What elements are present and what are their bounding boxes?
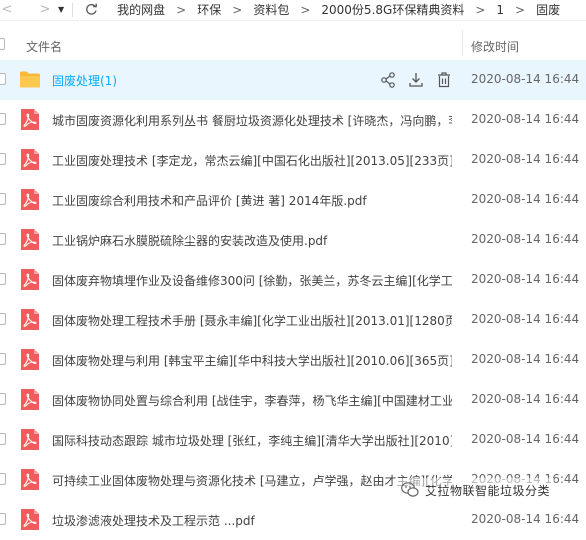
row-checkbox[interactable] [0, 113, 6, 125]
forward-arrow-icon[interactable]: > [38, 2, 52, 17]
breadcrumb-item-current[interactable]: 固废 [536, 1, 560, 18]
file-row-pdf[interactable]: 固体废物处理工程技术手册 [聂永丰编][化学工业出版社][2013.01][12… [0, 300, 586, 340]
file-modified-time: 2020-08-14 16:44 [471, 112, 580, 126]
file-modified-time: 2020-08-14 16:44 [471, 512, 580, 526]
column-divider[interactable] [462, 30, 463, 56]
file-name[interactable]: 可持续工业固体废物处理与资源化技术 [马建立，卢学强，赵由才主编][化学工业出版… [52, 472, 452, 489]
row-checkbox[interactable] [0, 73, 6, 85]
file-row-folder[interactable]: 固废处理(1) 2020-08-14 16:44 [0, 60, 586, 100]
file-name[interactable]: 固体废物处理与利用 [韩宝平主编][华中科技大学出版社][2010.06][36… [52, 352, 452, 369]
watermark-text: 艾拉物联智能垃圾分类 [425, 483, 551, 498]
file-row-pdf[interactable]: 工业固废处理技术 [李定龙，常杰云编][中国石化出版社][2013.05][23… [0, 140, 586, 180]
pdf-file-icon [20, 429, 40, 450]
file-name[interactable]: 工业固废综合利用技术和产品评价 [黄进 著] 2014年版.pdf [52, 192, 452, 209]
file-row-pdf[interactable]: 固体废弃物填埋作业及设备维修300问 [徐勤，张美兰，苏冬云主编][化学工业出版… [0, 260, 586, 300]
pdf-file-icon [20, 189, 40, 210]
row-checkbox[interactable] [0, 193, 6, 205]
breadcrumb-separator-icon: > [475, 2, 486, 17]
file-modified-time: 2020-08-14 16:44 [471, 392, 580, 406]
toolbar-divider [72, 2, 74, 17]
breadcrumb-separator-icon: > [176, 2, 187, 17]
pdf-file-icon [20, 349, 40, 370]
row-checkbox[interactable] [0, 513, 6, 525]
wechat-logo-icon [401, 482, 419, 498]
column-header-time[interactable]: 修改时间 [471, 38, 519, 55]
file-name[interactable]: 固体废物处理工程技术手册 [聂永丰编][化学工业出版社][2013.01][12… [52, 312, 452, 329]
breadcrumb-item[interactable]: 2000份5.8G环保精典资料 [321, 1, 464, 18]
folder-icon [20, 69, 40, 90]
row-checkbox[interactable] [0, 393, 6, 405]
row-actions [380, 71, 452, 89]
breadcrumb-bar: < > ▼ 我的网盘 > 环保 > 资料包 > 2000份5.8G环保精典资料 … [0, 0, 586, 19]
file-row-pdf[interactable]: 固体废物处理与利用 [韩宝平主编][华中科技大学出版社][2010.06][36… [0, 340, 586, 380]
pdf-file-icon [20, 389, 40, 410]
row-checkbox[interactable] [0, 353, 6, 365]
download-icon[interactable] [408, 71, 424, 89]
share-icon[interactable] [380, 71, 396, 89]
history-dropdown-icon[interactable]: ▼ [58, 5, 64, 14]
row-checkbox[interactable] [0, 153, 6, 165]
file-row-pdf[interactable]: 垃圾渗滤液处理技术及工程示范 ...pdf 2020-08-14 16:44 [0, 500, 586, 540]
file-name[interactable]: 工业固废处理技术 [李定龙，常杰云编][中国石化出版社][2013.05][23… [52, 152, 452, 169]
row-checkbox[interactable] [0, 273, 6, 285]
row-checkbox[interactable] [0, 433, 6, 445]
file-name[interactable]: 城市固废资源化利用系列丛书 餐厨垃圾资源化处理技术 [许晓杰，冯向鹏，李冀闽 著… [52, 112, 452, 129]
breadcrumb-separator-icon: > [232, 2, 243, 17]
pdf-file-icon [20, 109, 40, 130]
file-name[interactable]: 国际科技动态跟踪 城市垃圾处理 [张红，李纯主编][清华大学出版社][2010] [52, 432, 452, 449]
pdf-file-icon [20, 269, 40, 290]
pdf-file-icon [20, 229, 40, 250]
file-modified-time: 2020-08-14 16:44 [471, 432, 580, 446]
file-row-pdf[interactable]: 工业固废综合利用技术和产品评价 [黄进 著] 2014年版.pdf 2020-0… [0, 180, 586, 220]
file-name[interactable]: 固体废物协同处置与综合利用 [战佳宇，李春萍，杨飞华主编][中国建材工业出版社] [52, 392, 452, 409]
column-header-name[interactable]: 文件名 [26, 38, 62, 55]
pdf-file-icon [20, 509, 40, 530]
file-modified-time: 2020-08-14 16:44 [471, 152, 580, 166]
file-modified-time: 2020-08-14 16:44 [471, 352, 580, 366]
file-list-header: 文件名 修改时间 [0, 20, 586, 62]
back-arrow-icon[interactable]: < [0, 2, 14, 17]
row-checkbox[interactable] [0, 313, 6, 325]
file-modified-time: 2020-08-14 16:44 [471, 232, 580, 246]
file-row-pdf[interactable]: 固体废物协同处置与综合利用 [战佳宇，李春萍，杨飞华主编][中国建材工业出版社]… [0, 380, 586, 420]
file-name[interactable]: 垃圾渗滤液处理技术及工程示范 ...pdf [52, 512, 452, 529]
file-modified-time: 2020-08-14 16:44 [471, 192, 580, 206]
file-modified-time: 2020-08-14 16:44 [471, 72, 580, 86]
pdf-file-icon [20, 149, 40, 170]
refresh-icon[interactable] [85, 3, 99, 17]
file-row-pdf[interactable]: 工业锅炉麻石水膜脱硫除尘器的安装改造及使用.pdf 2020-08-14 16:… [0, 220, 586, 260]
delete-icon[interactable] [436, 71, 452, 89]
breadcrumb-separator-icon: > [300, 2, 311, 17]
file-name[interactable]: 工业锅炉麻石水膜脱硫除尘器的安装改造及使用.pdf [52, 232, 452, 249]
file-row-pdf[interactable]: 城市固废资源化利用系列丛书 餐厨垃圾资源化处理技术 [许晓杰，冯向鹏，李冀闽 著… [0, 100, 586, 140]
breadcrumb-item[interactable]: 资料包 [253, 1, 289, 18]
pdf-file-icon [20, 469, 40, 490]
watermark: 艾拉物联智能垃圾分类 [397, 478, 555, 502]
select-all-checkbox[interactable] [0, 38, 5, 50]
breadcrumb-separator-icon: > [515, 2, 526, 17]
row-checkbox[interactable] [0, 233, 6, 245]
file-modified-time: 2020-08-14 16:44 [471, 312, 580, 326]
file-modified-time: 2020-08-14 16:44 [471, 272, 580, 286]
file-row-pdf[interactable]: 国际科技动态跟踪 城市垃圾处理 [张红，李纯主编][清华大学出版社][2010]… [0, 420, 586, 460]
file-name[interactable]: 固体废弃物填埋作业及设备维修300问 [徐勤，张美兰，苏冬云主编][化学工业出版… [52, 272, 452, 289]
breadcrumb-item[interactable]: 环保 [197, 1, 221, 18]
breadcrumb-item[interactable]: 1 [496, 3, 504, 17]
breadcrumb-item[interactable]: 我的网盘 [117, 1, 165, 18]
row-checkbox[interactable] [0, 473, 6, 485]
pdf-file-icon [20, 309, 40, 330]
